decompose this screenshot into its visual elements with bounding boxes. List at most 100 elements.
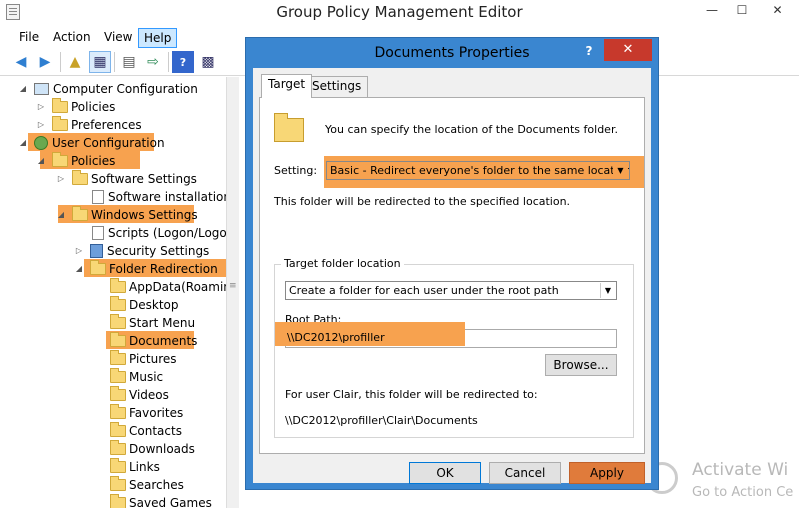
activate-watermark-subtitle: Go to Action Ce	[692, 485, 794, 500]
collapse-arrow-icon[interactable]: ◢	[36, 152, 46, 170]
folder-icon	[110, 296, 126, 311]
collapse-arrow-icon[interactable]: ◢	[74, 260, 84, 278]
tree-label: Documents	[129, 334, 198, 348]
tree-node-windows-settings[interactable]: ◢ Windows Settings	[56, 206, 198, 224]
tree-node-folder[interactable]: Desktop	[110, 296, 179, 314]
tree-label: Contacts	[129, 424, 182, 438]
tree-node-user-configuration[interactable]: ◢ User Configuration	[18, 134, 165, 152]
minimize-button[interactable]: —	[698, 0, 726, 21]
show-pane-icon[interactable]: ▩	[197, 51, 219, 73]
setting-select[interactable]: Basic - Redirect everyone's folder to th…	[326, 161, 630, 180]
tree-node-software-installation[interactable]: Software installation	[92, 188, 231, 206]
close-button[interactable]: ✕	[756, 0, 799, 21]
for-user-note: For user Clair, this folder will be redi…	[285, 388, 538, 401]
tree-label: Downloads	[129, 442, 195, 456]
redirect-note: This folder will be redirected to the sp…	[274, 195, 571, 208]
tab-target[interactable]: Target	[261, 74, 313, 98]
menu-help[interactable]: Help	[138, 28, 178, 48]
menu-action[interactable]: Action	[48, 28, 96, 48]
menu-file[interactable]: File	[14, 28, 44, 48]
export-list-icon[interactable]: ⇨	[142, 51, 164, 73]
folder-icon	[110, 332, 126, 347]
scroll-grip-icon[interactable]: ≡	[229, 281, 237, 291]
ok-button[interactable]: OK	[409, 462, 481, 484]
back-arrow-icon[interactable]: ◀	[10, 51, 32, 73]
cancel-button[interactable]: Cancel	[489, 462, 561, 484]
tree-label: Windows Settings	[91, 208, 198, 222]
help-icon[interactable]: ?	[172, 51, 194, 73]
show-hide-tree-icon[interactable]: ▦	[89, 51, 111, 73]
chevron-down-icon[interactable]: ▼	[613, 163, 628, 178]
expand-arrow-icon[interactable]: ▷	[36, 98, 46, 116]
toolbar-separator	[114, 52, 115, 72]
tree-node-folder[interactable]: Pictures	[110, 350, 177, 368]
collapse-arrow-icon[interactable]: ◢	[18, 80, 28, 98]
tree-label: Security Settings	[107, 244, 210, 258]
tree-node-folder[interactable]: Searches	[110, 476, 184, 494]
security-icon	[90, 244, 103, 258]
tree-node-scripts[interactable]: Scripts (Logon/Logof	[92, 224, 231, 242]
title-bar: Group Policy Management Editor — ☐ ✕	[0, 0, 799, 26]
tree-node-software-settings[interactable]: ▷ Software Settings	[56, 170, 197, 188]
tree-node-folder[interactable]: Music	[110, 368, 163, 386]
expand-arrow-icon[interactable]: ▷	[74, 242, 84, 260]
expand-arrow-icon[interactable]: ▷	[56, 170, 66, 188]
tab-settings[interactable]: Settings	[305, 76, 369, 97]
folder-icon	[72, 206, 88, 221]
dialog-help-button[interactable]: ?	[576, 41, 602, 61]
folder-icon	[72, 170, 88, 185]
dialog-body: Target Settings You can specify the loca…	[253, 68, 651, 484]
tree-node-security-settings[interactable]: ▷ Security Settings	[74, 242, 209, 260]
target-location-value: Create a folder for each user under the …	[289, 284, 559, 297]
tree-node-folder[interactable]: AppData(Roamin	[110, 278, 231, 296]
folder-icon	[110, 404, 126, 419]
tree-node-folder[interactable]: Downloads	[110, 440, 195, 458]
tree-node-documents[interactable]: Documents	[110, 332, 197, 350]
collapse-arrow-icon[interactable]: ◢	[18, 134, 28, 152]
tree-label: User Configuration	[52, 136, 165, 150]
folder-icon	[110, 422, 126, 437]
tree-label: Software Settings	[91, 172, 197, 186]
software-installation-icon	[92, 190, 104, 204]
toolbar-separator	[168, 52, 169, 72]
chevron-down-icon[interactable]: ▼	[600, 283, 615, 298]
tree-label: Music	[129, 370, 164, 384]
tree-scrollbar[interactable]: ≡	[226, 77, 239, 508]
tree-node-folder[interactable]: Favorites	[110, 404, 183, 422]
folder-icon	[90, 260, 106, 275]
tree-label: Software installation	[108, 190, 231, 204]
folder-icon	[110, 494, 126, 508]
tree-node-cc-policies[interactable]: ▷ Policies	[36, 98, 115, 116]
target-location-select[interactable]: Create a folder for each user under the …	[285, 281, 617, 300]
computer-icon	[34, 83, 49, 95]
target-folder-location-label: Target folder location	[281, 257, 404, 270]
expand-arrow-icon[interactable]: ▷	[36, 116, 46, 134]
tree-label: Start Menu	[129, 316, 196, 330]
up-folder-icon[interactable]: ▲	[64, 51, 86, 73]
menu-view[interactable]: View	[99, 28, 137, 48]
tree-label: Scripts (Logon/Logof	[108, 226, 231, 240]
tree-node-uc-policies[interactable]: ◢ Policies	[36, 152, 115, 170]
dialog-close-button[interactable]: ✕	[604, 39, 652, 61]
tree-node-folder[interactable]: Videos	[110, 386, 169, 404]
tree-node-folder[interactable]: Saved Games	[110, 494, 212, 508]
root-path-value: \\DC2012\profiller	[287, 331, 385, 344]
tree-label: Desktop	[129, 298, 179, 312]
forward-arrow-icon[interactable]: ▶	[34, 51, 56, 73]
collapse-arrow-icon[interactable]: ◢	[56, 206, 66, 224]
tree-node-folder-redirection[interactable]: ◢ Folder Redirection	[74, 260, 218, 278]
tree-node-folder[interactable]: Contacts	[110, 422, 182, 440]
folder-icon	[110, 368, 126, 383]
tree-node-folder[interactable]: Start Menu	[110, 314, 195, 332]
tree-node-folder[interactable]: Links	[110, 458, 160, 476]
folder-icon	[52, 152, 68, 167]
resolved-path: \\DC2012\profiller\Clair\Documents	[285, 414, 478, 427]
browse-button[interactable]: Browse...	[545, 354, 617, 376]
tree-node-computer-configuration[interactable]: ◢ Computer Configuration	[18, 80, 198, 98]
apply-button[interactable]: Apply	[569, 462, 645, 484]
properties-icon[interactable]: ▤	[118, 51, 140, 73]
navigation-tree: ◢ Computer Configuration ▷ Policies ▷ Prefe…	[0, 77, 238, 508]
maximize-button[interactable]: ☐	[728, 0, 756, 21]
intro-text: You can specify the location of the Docu…	[325, 123, 618, 136]
tree-node-cc-preferences[interactable]: ▷ Preferences	[36, 116, 142, 134]
